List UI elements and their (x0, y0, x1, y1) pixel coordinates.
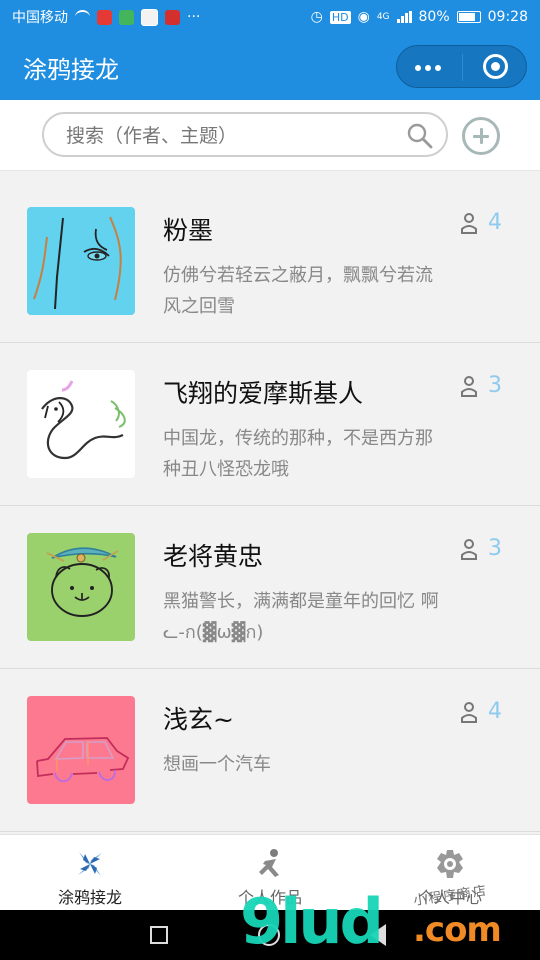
artwork-thumbnail[interactable] (27, 696, 135, 804)
notification-app-icon (97, 9, 112, 25)
list-item[interactable]: 老将黄忠 黑猫警长，满满都是童年的回忆 啊ᓚ-ก(▓ω▓ก) 3 (0, 506, 540, 669)
artwork-thumbnail[interactable] (27, 533, 135, 641)
artwork-list: 粉墨 仿佛兮若轻云之蔽月，飘飘兮若流风之回雪 4 飞翔的爱摩斯基人 中国龙，传统… (0, 180, 540, 834)
tab-label: 个人中心 (417, 888, 482, 907)
face-sketch-image (27, 207, 135, 315)
list-item[interactable]: 浅玄~ 想画一个汽车 4 (0, 669, 540, 832)
wifi-icon (75, 10, 90, 24)
runner-icon (259, 849, 279, 877)
status-right: ◷ HD ◉ 4G 80% 09:28 (311, 9, 528, 25)
participant-count: 4 (459, 699, 502, 724)
artwork-description: 想画一个汽车 (163, 754, 271, 775)
list-item[interactable]: 飞翔的爱摩斯基人 中国龙，传统的那种，不是西方那种丑八怪恐龙哦 3 (0, 343, 540, 506)
battery-percent: 80% (418, 9, 450, 25)
tab-label: 涂鸦接龙 (57, 888, 122, 907)
carrier-label: 中国移动 (12, 10, 68, 26)
dragon-sketch-image (27, 370, 135, 478)
page-title: 涂鸦接龙 (23, 56, 119, 84)
list-item[interactable]: 粉墨 仿佛兮若轻云之蔽月，飘飘兮若流风之回雪 4 (0, 180, 540, 343)
participant-count-value: 4 (488, 210, 502, 235)
capsule-divider (462, 54, 463, 81)
participant-count-value: 3 (488, 536, 502, 561)
tab-my-works[interactable]: 个人作品 (180, 835, 360, 911)
notification-app-icon (141, 8, 158, 26)
tab-label: 个人作品 (237, 888, 302, 907)
back-icon[interactable] (370, 924, 386, 946)
recent-apps-icon[interactable] (150, 926, 168, 944)
search-box[interactable] (42, 112, 448, 157)
pinwheel-icon (78, 852, 102, 876)
person-icon (461, 538, 477, 560)
artwork-description: 仿佛兮若轻云之蔽月，飘飘兮若流风之回雪 (163, 265, 433, 317)
network-type-label: 4G (376, 12, 390, 22)
search-icon[interactable] (406, 122, 433, 149)
hd-icon: HD (329, 10, 351, 24)
more-notifications-icon: ··· (187, 9, 201, 25)
participant-count: 3 (459, 373, 502, 398)
status-bar: 中国移动 ··· ◷ HD ◉ 4G 80% 09:28 (0, 0, 540, 34)
more-options-icon[interactable] (415, 65, 441, 71)
person-icon (461, 375, 477, 397)
artwork-title: 粉墨 (163, 216, 214, 245)
battery-icon (456, 11, 481, 23)
notification-app-icon (119, 9, 134, 25)
home-icon[interactable] (258, 924, 280, 946)
add-button[interactable] (462, 117, 500, 155)
artwork-thumbnail[interactable] (27, 370, 135, 478)
participant-count-value: 3 (488, 373, 502, 398)
navigation-bar: 涂鸦接龙 (0, 34, 540, 100)
close-mini-program-icon[interactable] (483, 54, 508, 79)
search-row (0, 100, 540, 171)
car-sketch-image (27, 696, 135, 804)
artwork-thumbnail[interactable] (27, 207, 135, 315)
mini-program-capsule[interactable] (396, 45, 527, 88)
artwork-description: 中国龙，传统的那种，不是西方那种丑八怪恐龙哦 (163, 428, 433, 480)
alarm-icon: ◷ (310, 9, 323, 25)
artwork-title: 飞翔的爱摩斯基人 (163, 379, 364, 408)
android-navigation-bar (0, 910, 540, 960)
eye-icon: ◉ (357, 9, 370, 25)
participant-count: 3 (459, 536, 502, 561)
clock-time: 09:28 (487, 9, 528, 25)
cat-police-sketch-image (27, 533, 135, 641)
artwork-title: 浅玄~ (163, 705, 234, 734)
tab-graffiti-chain[interactable]: 涂鸦接龙 (0, 835, 180, 911)
participant-count: 4 (459, 210, 502, 235)
artwork-description: 黑猫警长，满满都是童年的回忆 啊ᓚ-ก(▓ω▓ก) (163, 591, 439, 643)
artwork-title: 老将黄忠 (163, 542, 264, 571)
signal-icon (396, 11, 412, 23)
tab-personal-center[interactable]: 个人中心 (360, 835, 540, 911)
bottom-tab-bar: 涂鸦接龙 个人作品 个人中心 (0, 834, 540, 911)
gear-icon (437, 850, 463, 878)
status-left: 中国移动 ··· (12, 7, 200, 27)
person-icon (461, 212, 477, 234)
search-input[interactable] (64, 121, 398, 151)
person-icon (461, 701, 477, 723)
participant-count-value: 4 (488, 699, 502, 724)
notification-app-icon (165, 9, 180, 25)
